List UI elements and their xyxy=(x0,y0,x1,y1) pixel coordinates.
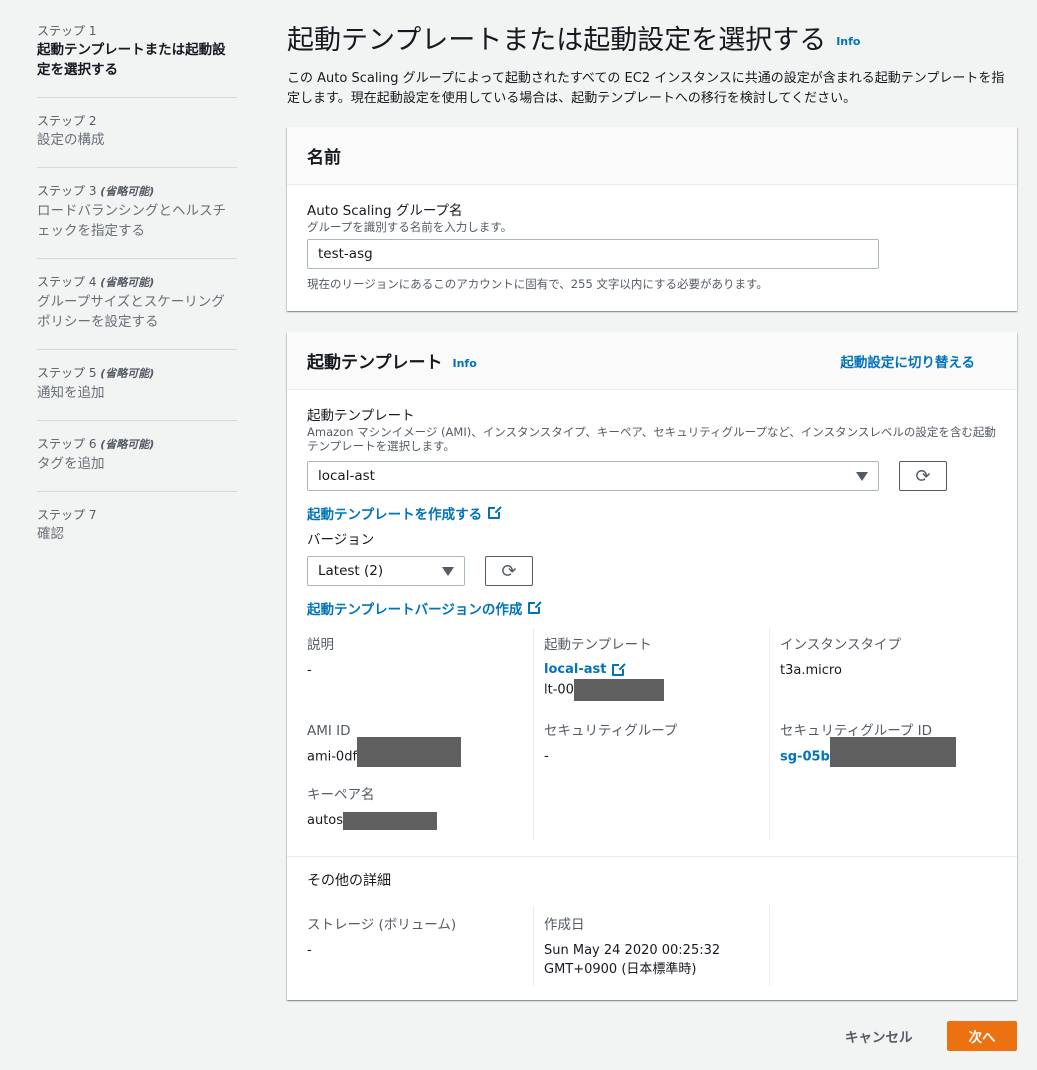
divider xyxy=(533,628,534,840)
launch-template-card: 起動テンプレート Info 起動設定に切り替える 起動テンプレート Amazon … xyxy=(287,332,1017,1000)
selected-value: Latest (2) xyxy=(318,563,384,579)
redaction-block xyxy=(829,737,956,767)
detail-created-date: 作成日 Sun May 24 2020 00:25:32 GMT+0900 (日本… xyxy=(544,917,721,977)
asg-name-description: グループを識別する名前を入力します。 xyxy=(307,220,513,234)
step-label: ステップ 3 (省略可能) xyxy=(37,184,155,198)
detail-ami-id: AMI ID ami-0df xyxy=(307,721,527,767)
asg-name-input[interactable]: test-asg xyxy=(307,239,879,269)
divider xyxy=(37,420,237,421)
refresh-templates-button[interactable]: ⟳ xyxy=(899,461,947,491)
wizard-steps: ステップ 1 起動テンプレートまたは起動設定を選択する ステップ 2 設定の構成… xyxy=(37,22,237,544)
version-select[interactable]: Latest (2) xyxy=(307,556,465,586)
divider xyxy=(769,906,770,986)
step-title: タグを追加 xyxy=(37,456,105,472)
launch-template-detail-link[interactable]: local-ast xyxy=(544,661,627,679)
version-label: バージョン xyxy=(307,532,375,548)
step-3[interactable]: ステップ 3 (省略可能) ロードバランシングとヘルスチェックを指定する xyxy=(37,182,237,241)
step-label: ステップ 5 (省略可能) xyxy=(37,366,155,380)
next-button[interactable]: 次へ xyxy=(947,1021,1017,1051)
step-label: ステップ 2 xyxy=(37,114,97,128)
caret-down-icon xyxy=(856,471,868,481)
step-1[interactable]: ステップ 1 起動テンプレートまたは起動設定を選択する xyxy=(37,22,237,80)
step-2[interactable]: ステップ 2 設定の構成 xyxy=(37,112,237,150)
external-link-icon xyxy=(528,600,543,614)
refresh-icon: ⟳ xyxy=(915,465,931,487)
divider xyxy=(533,906,534,986)
step-title: ロードバランシングとヘルスチェックを指定する xyxy=(37,203,226,239)
redaction-block xyxy=(573,679,664,701)
asg-name-label: Auto Scaling グループ名 xyxy=(307,203,463,219)
divider xyxy=(769,628,770,840)
step-7[interactable]: ステップ 7 確認 xyxy=(37,506,237,544)
refresh-versions-button[interactable]: ⟳ xyxy=(485,556,533,586)
security-group-id-link[interactable]: sg-05b xyxy=(780,750,830,765)
selected-value: local-ast xyxy=(318,468,375,484)
redaction-block xyxy=(343,811,438,830)
divider xyxy=(37,167,237,168)
redaction-block xyxy=(357,737,462,767)
detail-instance-type: インスタンスタイプ t3a.micro xyxy=(780,637,901,678)
card-title: 名前 xyxy=(307,148,341,168)
info-link[interactable]: Info xyxy=(836,35,860,48)
detail-key-pair: キーペア名 autos xyxy=(307,785,527,830)
card-header: 名前 xyxy=(287,127,1017,185)
detail-launch-template: 起動テンプレート local-ast lt-00 xyxy=(544,635,764,701)
external-link-icon xyxy=(488,505,503,519)
divider xyxy=(37,491,237,492)
step-label: ステップ 1 xyxy=(37,24,97,38)
divider xyxy=(37,97,237,98)
step-title: 設定の構成 xyxy=(37,132,105,148)
info-link[interactable]: Info xyxy=(453,357,477,370)
detail-storage: ストレージ (ボリューム) - xyxy=(307,917,457,958)
name-card: 名前 Auto Scaling グループ名 グループを識別する名前を入力します。… xyxy=(287,127,1017,311)
detail-security-group-id: セキュリティグループ ID sg-05b xyxy=(780,721,1000,767)
create-template-link[interactable]: 起動テンプレートを作成する xyxy=(307,503,503,523)
detail-security-group: セキュリティグループ - xyxy=(544,723,678,764)
step-label: ステップ 4 (省略可能) xyxy=(37,275,155,289)
divider xyxy=(287,856,1017,857)
card-title: 起動テンプレート Info xyxy=(307,353,477,373)
detail-description: 説明 - xyxy=(307,637,334,678)
card-header: 起動テンプレート Info 起動設定に切り替える xyxy=(287,332,1017,390)
launch-template-label: 起動テンプレート xyxy=(307,408,415,424)
divider xyxy=(37,258,237,259)
refresh-icon: ⟳ xyxy=(501,560,517,582)
launch-template-description: Amazon マシンイメージ (AMI)、インスタンスタイプ、キーペア、セキュリ… xyxy=(307,425,996,453)
step-title: 通知を追加 xyxy=(37,385,105,401)
main-content: 起動テンプレートまたは起動設定を選択する Info この Auto Scaling… xyxy=(287,22,1017,1000)
divider xyxy=(37,349,237,350)
asg-name-hint: 現在のリージョンにあるこのアカウントに固有で、255 文字以内にする必要がありま… xyxy=(307,277,768,291)
external-link-icon xyxy=(612,662,627,676)
launch-template-select[interactable]: local-ast xyxy=(307,461,879,491)
step-4[interactable]: ステップ 4 (省略可能) グループサイズとスケーリングポリシーを設定する xyxy=(37,273,237,332)
create-template-version-link[interactable]: 起動テンプレートバージョンの作成 xyxy=(307,598,543,618)
page-description: この Auto Scaling グループによって起動されたすべての EC2 イン… xyxy=(287,70,1005,106)
step-label: ステップ 7 xyxy=(37,508,97,522)
launch-template-id: lt-00 xyxy=(544,682,574,698)
step-title: 確認 xyxy=(37,526,64,542)
other-details-header: その他の詳細 xyxy=(307,873,391,889)
step-title: 起動テンプレートまたは起動設定を選択する xyxy=(37,42,226,78)
cancel-button[interactable]: キャンセル xyxy=(845,1026,913,1046)
caret-down-icon xyxy=(442,566,454,576)
switch-to-launch-config-link[interactable]: 起動設定に切り替える xyxy=(840,351,975,371)
page-title: 起動テンプレートまたは起動設定を選択する Info xyxy=(287,25,861,56)
step-6[interactable]: ステップ 6 (省略可能) タグを追加 xyxy=(37,435,237,474)
step-label: ステップ 6 (省略可能) xyxy=(37,437,155,451)
step-title: グループサイズとスケーリングポリシーを設定する xyxy=(37,294,225,330)
step-5[interactable]: ステップ 5 (省略可能) 通知を追加 xyxy=(37,364,237,403)
